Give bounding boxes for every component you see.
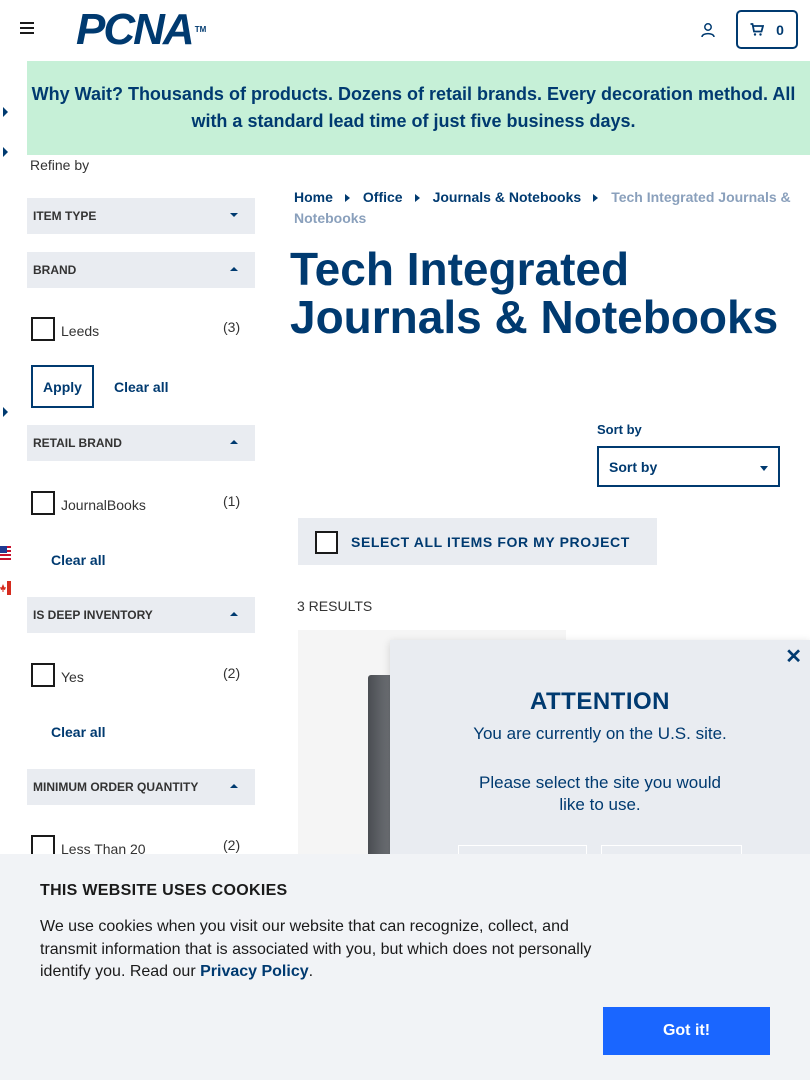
sort-select[interactable]: Sort by [597, 446, 780, 487]
modal-message: You are currently on the U.S. site. [473, 724, 727, 743]
facet-option-count: (3) [223, 319, 241, 335]
side-arrow-icon[interactable] [3, 107, 8, 117]
facet-title: MINIMUM ORDER QUANTITY [33, 780, 199, 794]
chevron-up-icon [230, 267, 238, 271]
facet-title: IS DEEP INVENTORY [33, 608, 153, 622]
cookie-message: We use cookies when you visit our websit… [40, 916, 610, 984]
user-icon[interactable] [700, 22, 716, 38]
cart-icon [750, 23, 765, 36]
facet-title: RETAIL BRAND [33, 436, 122, 450]
facet-option-journalbooks[interactable]: JournalBooks (1) [31, 488, 245, 515]
sort-selected-value: Sort by [609, 458, 658, 475]
facet-option-label: JournalBooks [61, 497, 146, 513]
canada-flag-icon[interactable] [0, 581, 11, 595]
breadcrumb-journals-notebooks[interactable]: Journals & Notebooks [433, 189, 582, 205]
us-flag-icon[interactable] [0, 546, 11, 560]
checkbox[interactable] [31, 491, 55, 515]
facet-title: BRAND [33, 263, 77, 277]
cookie-title: THIS WEBSITE USES COOKIES [40, 882, 288, 899]
facet-option-label: Leeds [61, 323, 100, 339]
facet-option-label: Yes [61, 669, 84, 685]
results-count: 3 RESULTS [297, 598, 373, 614]
page-title: Tech Integrated Journals & Notebooks [290, 243, 779, 343]
got-it-button[interactable]: Got it! [603, 1007, 770, 1055]
checkbox[interactable] [31, 663, 55, 687]
facet-option-count: (2) [223, 837, 241, 853]
cart-count: 0 [776, 21, 784, 38]
chevron-down-icon [230, 213, 238, 217]
cookie-text: We use cookies when you visit our websit… [40, 918, 592, 980]
facet-retail-brand[interactable]: RETAIL BRAND [27, 425, 255, 461]
checkbox[interactable] [31, 317, 55, 341]
promo-banner-text: Why Wait? Thousands of products. Dozens … [31, 84, 796, 131]
clear-all-link[interactable]: Clear all [114, 379, 168, 395]
cookie-banner: THIS WEBSITE USES COOKIES We use cookies… [0, 854, 810, 1080]
site-header: PCNA TM 0 [0, 0, 810, 61]
facet-option-count: (1) [223, 493, 241, 509]
breadcrumb-office[interactable]: Office [363, 189, 403, 205]
cart-button[interactable]: 0 [736, 10, 798, 49]
facet-option-yes[interactable]: Yes (2) [31, 660, 245, 687]
facet-item-type[interactable]: ITEM TYPE [27, 198, 255, 234]
modal-prompt: Please select the site you would like to… [479, 773, 721, 814]
chevron-right-icon [414, 194, 420, 203]
close-icon[interactable]: ✕ [785, 647, 802, 667]
pcna-logo[interactable]: PCNA TM [76, 8, 206, 52]
facet-option-count: (2) [223, 665, 241, 681]
modal-title: ATTENTION [529, 688, 671, 715]
clear-all-link[interactable]: Clear all [51, 552, 105, 568]
facet-brand[interactable]: BRAND [27, 252, 255, 288]
facet-option-leeds[interactable]: Leeds (3) [31, 314, 245, 341]
chevron-right-icon [344, 194, 350, 203]
chevron-down-icon [760, 466, 768, 471]
breadcrumb: Home Office Journals & Notebooks Tech Integ… [294, 187, 794, 229]
sort-label: Sort by [597, 422, 642, 437]
chevron-up-icon [230, 440, 238, 444]
privacy-policy-link[interactable]: Privacy Policy [200, 963, 309, 980]
chevron-up-icon [230, 784, 238, 788]
chevron-up-icon [230, 612, 238, 616]
select-all-label: SELECT ALL ITEMS FOR MY PROJECT [351, 534, 630, 550]
side-arrow-icon[interactable] [3, 147, 8, 157]
refine-by-label: Refine by [30, 157, 90, 173]
facet-title: ITEM TYPE [33, 209, 97, 223]
select-all-checkbox[interactable] [315, 531, 338, 554]
chevron-right-icon [593, 194, 599, 203]
breadcrumb-home[interactable]: Home [294, 189, 333, 205]
select-all-items[interactable]: SELECT ALL ITEMS FOR MY PROJECT [298, 518, 657, 565]
apply-button[interactable]: Apply [31, 365, 94, 408]
facet-is-deep-inventory[interactable]: IS DEEP INVENTORY [27, 597, 255, 633]
clear-all-link[interactable]: Clear all [51, 724, 105, 740]
cookie-period: . [308, 963, 314, 980]
promo-banner: Why Wait? Thousands of products. Dozens … [27, 61, 810, 155]
facet-minimum-order-quantity[interactable]: MINIMUM ORDER QUANTITY [27, 769, 255, 805]
menu-icon[interactable] [20, 22, 36, 38]
side-arrow-icon[interactable] [3, 407, 8, 417]
